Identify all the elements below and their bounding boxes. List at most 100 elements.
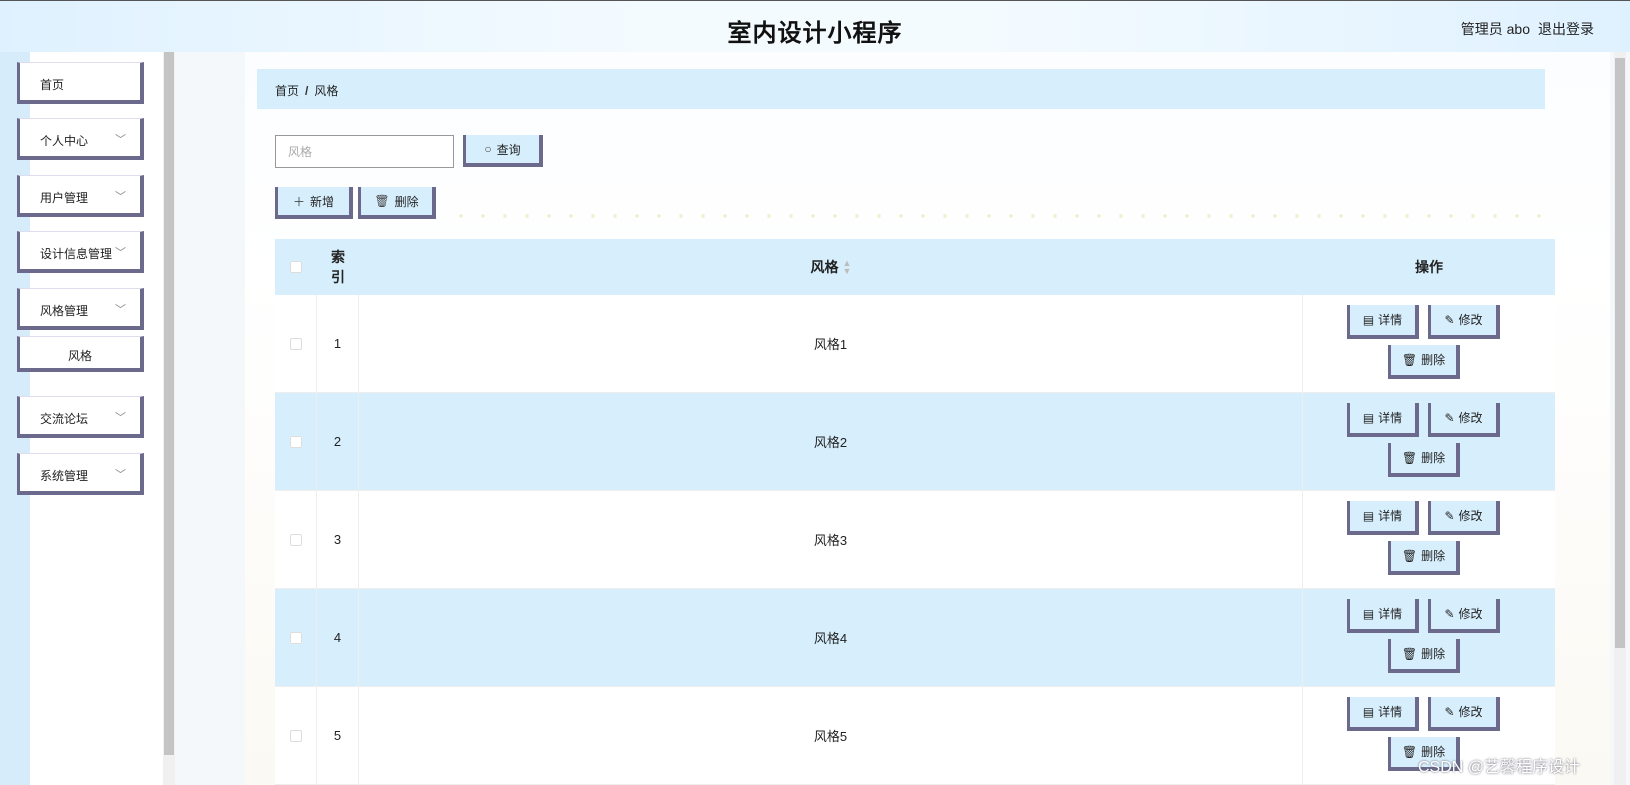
row-checkbox-cell bbox=[275, 295, 317, 392]
detail-button[interactable]: ▤ 详情 bbox=[1347, 402, 1419, 437]
header-style-label: 风格 bbox=[810, 259, 839, 275]
breadcrumb-current: 风格 bbox=[314, 84, 339, 98]
row-checkbox[interactable] bbox=[289, 435, 302, 448]
sidebar-item-label: 用户管理 bbox=[40, 191, 89, 205]
sidebar-item-system[interactable]: 系统管理 ﹀ bbox=[17, 453, 144, 495]
sidebar-item-home[interactable]: 首页 bbox=[17, 62, 144, 104]
detail-label: 详情 bbox=[1378, 705, 1403, 719]
batch-delete-label: 删除 bbox=[394, 194, 419, 209]
document-icon: ▤ bbox=[1362, 410, 1375, 425]
delete-button[interactable]: 🗑 删除 bbox=[1388, 540, 1460, 575]
row-checkbox[interactable] bbox=[289, 337, 302, 350]
document-icon: ▤ bbox=[1362, 312, 1375, 327]
plus-icon: ＋ bbox=[292, 194, 305, 209]
decorative-dots bbox=[450, 214, 1550, 218]
sidebar-item-style-management[interactable]: 风格管理 ﹀ bbox=[17, 288, 144, 330]
header-style-cell[interactable]: 风格 ▲ ▼ bbox=[359, 239, 1303, 295]
row-ops-cell: ▤ 详情 ✎ 修改 🗑 删除 bbox=[1303, 295, 1555, 392]
trash-icon: 🗑 bbox=[374, 194, 390, 208]
edit-label: 修改 bbox=[1458, 313, 1483, 327]
breadcrumb: 首页 / 风格 bbox=[257, 69, 1545, 109]
row-index: 5 bbox=[317, 687, 359, 784]
watermark: CSDN @艺馨程序设计 bbox=[1417, 759, 1580, 776]
sidebar-item-design-info[interactable]: 设计信息管理 ﹀ bbox=[17, 231, 144, 273]
row-checkbox-cell bbox=[275, 589, 317, 686]
row-checkbox-cell bbox=[275, 393, 317, 490]
chevron-down-icon: ﹀ bbox=[115, 134, 126, 146]
detail-button[interactable]: ▤ 详情 bbox=[1347, 500, 1419, 535]
sidebar-item-label: 个人中心 bbox=[40, 134, 89, 148]
edit-button[interactable]: ✎ 修改 bbox=[1428, 696, 1500, 731]
sidebar-item-label: 风格管理 bbox=[40, 304, 89, 318]
edit-button[interactable]: ✎ 修改 bbox=[1428, 598, 1500, 633]
trash-icon: 🗑 bbox=[1401, 744, 1418, 759]
edit-label: 修改 bbox=[1458, 705, 1483, 719]
pencil-icon: ✎ bbox=[1444, 606, 1455, 621]
row-checkbox[interactable] bbox=[289, 729, 302, 742]
chevron-down-icon: ﹀ bbox=[115, 412, 126, 424]
edit-button[interactable]: ✎ 修改 bbox=[1428, 304, 1500, 339]
trash-icon: 🗑 bbox=[1401, 450, 1418, 465]
chevron-down-icon: ﹀ bbox=[115, 304, 126, 316]
trash-icon: 🗑 bbox=[1401, 646, 1418, 661]
delete-button[interactable]: 🗑 删除 bbox=[1388, 638, 1460, 673]
row-ops-cell: ▤ 详情 ✎ 修改 🗑 删除 bbox=[1303, 491, 1555, 588]
detail-label: 详情 bbox=[1378, 607, 1403, 621]
pencil-icon: ✎ bbox=[1444, 704, 1455, 719]
sort-icon[interactable]: ▲ ▼ bbox=[843, 259, 852, 276]
edit-label: 修改 bbox=[1458, 509, 1483, 523]
app-header: 室内设计小程序 管理员 abo 退出登录 bbox=[0, 0, 1630, 52]
delete-label: 删除 bbox=[1421, 647, 1446, 661]
delete-label: 删除 bbox=[1421, 549, 1446, 563]
style-table: 索引 风格 ▲ ▼ 操作 1 风格1 ▤ 详情 ✎ 修改 🗑 删除 2 风格2 … bbox=[275, 239, 1555, 785]
header-index-label: 索引 bbox=[331, 249, 345, 285]
edit-button[interactable]: ✎ 修改 bbox=[1428, 402, 1500, 437]
table-header: 索引 风格 ▲ ▼ 操作 bbox=[275, 239, 1555, 295]
row-ops-cell: ▤ 详情 ✎ 修改 🗑 删除 bbox=[1303, 393, 1555, 490]
row-checkbox[interactable] bbox=[289, 533, 302, 546]
logout-link[interactable]: 退出登录 bbox=[1538, 19, 1594, 39]
chevron-down-icon: ﹀ bbox=[115, 247, 126, 259]
sidebar-item-label: 交流论坛 bbox=[40, 412, 89, 426]
sidebar-subitem-style[interactable]: 风格 bbox=[17, 336, 144, 372]
header-index-cell: 索引 bbox=[317, 239, 359, 295]
sidebar-scrollbar-thumb[interactable] bbox=[164, 52, 174, 755]
table-row: 2 风格2 ▤ 详情 ✎ 修改 🗑 删除 bbox=[275, 393, 1555, 491]
current-user: 管理员 abo bbox=[1460, 21, 1530, 37]
header-checkbox-cell bbox=[275, 239, 317, 295]
sidebar: 首页 个人中心 ﹀ 用户管理 ﹀ 设计信息管理 ﹀ 风格管理 ﹀ 风格 交流论坛… bbox=[0, 52, 175, 785]
row-checkbox-cell bbox=[275, 687, 317, 784]
row-style: 风格2 bbox=[359, 393, 1303, 490]
search-button[interactable]: ○ 查询 bbox=[463, 135, 543, 167]
row-style: 风格4 bbox=[359, 589, 1303, 686]
row-index: 3 bbox=[317, 491, 359, 588]
sidebar-item-users[interactable]: 用户管理 ﹀ bbox=[17, 175, 144, 217]
delete-button[interactable]: 🗑 删除 bbox=[1388, 442, 1460, 477]
detail-button[interactable]: ▤ 详情 bbox=[1347, 304, 1419, 339]
table-row: 3 风格3 ▤ 详情 ✎ 修改 🗑 删除 bbox=[275, 491, 1555, 589]
delete-button[interactable]: 🗑 删除 bbox=[1388, 344, 1460, 379]
sidebar-item-profile[interactable]: 个人中心 ﹀ bbox=[17, 118, 144, 160]
main-scrollbar[interactable] bbox=[1614, 52, 1626, 785]
search-input[interactable] bbox=[275, 135, 454, 168]
edit-button[interactable]: ✎ 修改 bbox=[1428, 500, 1500, 535]
document-icon: ▤ bbox=[1362, 606, 1375, 621]
row-index: 4 bbox=[317, 589, 359, 686]
row-index: 1 bbox=[317, 295, 359, 392]
app-title: 室内设计小程序 bbox=[727, 20, 903, 47]
detail-button[interactable]: ▤ 详情 bbox=[1347, 598, 1419, 633]
breadcrumb-home[interactable]: 首页 bbox=[275, 84, 299, 98]
add-button[interactable]: ＋ 新增 bbox=[275, 187, 353, 219]
sidebar-item-forum[interactable]: 交流论坛 ﹀ bbox=[17, 396, 144, 438]
search-button-label: 查询 bbox=[496, 142, 521, 157]
trash-icon: 🗑 bbox=[1401, 352, 1418, 367]
chevron-down-icon: ﹀ bbox=[115, 469, 126, 481]
batch-delete-button[interactable]: 🗑 删除 bbox=[358, 187, 436, 219]
main-scrollbar-thumb[interactable] bbox=[1615, 58, 1625, 648]
pencil-icon: ✎ bbox=[1444, 410, 1455, 425]
row-ops-cell: ▤ 详情 ✎ 修改 🗑 删除 bbox=[1303, 589, 1555, 686]
row-checkbox[interactable] bbox=[289, 631, 302, 644]
select-all-checkbox[interactable] bbox=[290, 261, 302, 273]
detail-button[interactable]: ▤ 详情 bbox=[1347, 696, 1419, 731]
sidebar-subitem-label: 风格 bbox=[67, 349, 92, 363]
